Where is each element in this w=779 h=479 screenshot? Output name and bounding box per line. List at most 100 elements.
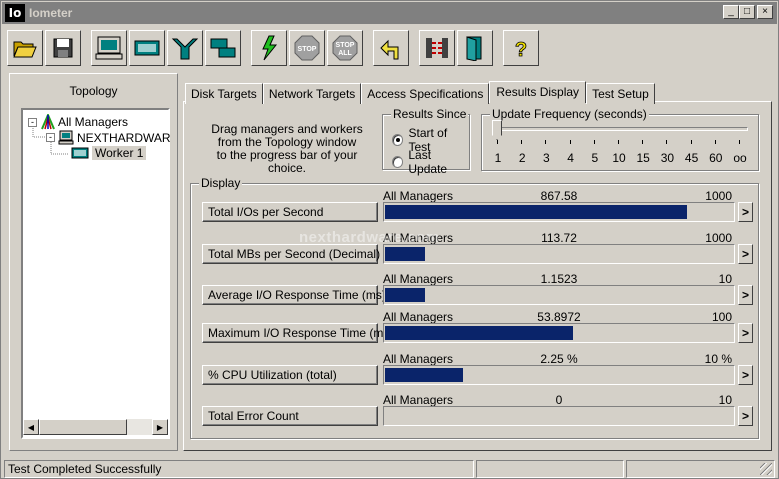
metric-max: 100 [711, 310, 732, 324]
disconnect-button[interactable] [419, 30, 455, 66]
metric-select-button[interactable]: % CPU Utilization (total) [202, 365, 378, 385]
radio-button[interactable] [392, 134, 404, 146]
duplicate-worker-button[interactable] [205, 30, 241, 66]
svg-text:STOP: STOP [298, 46, 317, 53]
tree-item-all-managers[interactable]: - All Managers [28, 114, 128, 130]
tab-results-display[interactable]: Results Display [489, 81, 587, 103]
results-since-group: Results Since Start of Test Last Update [382, 107, 470, 176]
reset-workers-icon [380, 39, 399, 60]
metric-more-button[interactable]: > [738, 202, 753, 222]
reset-workers-button[interactable] [373, 30, 409, 66]
metric-more-button[interactable]: > [738, 406, 753, 426]
tree-item-manager[interactable]: - NEXTHARDWAR [46, 130, 171, 145]
metric-progress-bar[interactable] [383, 406, 735, 426]
frequency-tick-label: 4 [567, 151, 574, 165]
svg-text:ALL: ALL [338, 50, 352, 57]
stop-all-icon: STOPALL [332, 35, 358, 61]
new-manager-button[interactable] [91, 30, 127, 66]
new-disk-worker-icon [134, 40, 160, 56]
close-button[interactable]: × [757, 5, 773, 19]
metric-progress-bar[interactable] [383, 365, 735, 385]
radio-button[interactable] [392, 156, 404, 168]
drag-instructions: Drag managers and workers from the Topol… [201, 123, 373, 175]
stop-all-button[interactable]: STOP ALL [327, 30, 363, 66]
metric-select-button[interactable]: Total Error Count [202, 406, 378, 426]
open-icon [13, 41, 37, 58]
new-disk-worker-button[interactable] [129, 30, 165, 66]
results-since-label: Results Since [391, 107, 469, 121]
minimize-button[interactable]: _ [723, 5, 739, 19]
status-bar: Test Completed Successfully [4, 460, 777, 478]
svg-text:?: ? [515, 39, 527, 61]
stop-button[interactable]: STOP [289, 30, 325, 66]
start-button[interactable] [251, 30, 287, 66]
metric-progress-bar[interactable] [383, 323, 735, 343]
collapse-toggle[interactable]: - [28, 117, 37, 127]
exit-button[interactable] [457, 30, 493, 66]
tab-network-targets[interactable]: Network Targets [262, 83, 362, 104]
toolbar: STOP STOP ALL ? [7, 28, 541, 68]
title-bar[interactable]: Io Iometer _ □ × [2, 2, 777, 24]
metric-progress-fill [385, 247, 425, 261]
frequency-tick-label: 3 [543, 151, 550, 165]
tab-disk-targets[interactable]: Disk Targets [185, 83, 263, 104]
new-manager-icon [95, 36, 123, 60]
tab-access-specifications[interactable]: Access Specifications [361, 83, 490, 104]
metric-value: 53.8972 [537, 310, 581, 324]
metric-max: 10 % [704, 352, 732, 366]
metric-value: 0 [555, 393, 563, 407]
frequency-tick [714, 140, 716, 144]
tree-item-label: Worker 1 [92, 146, 147, 160]
metric-select-button[interactable]: Total I/Os per Second [202, 202, 378, 222]
metric-select-button[interactable]: Maximum I/O Response Time (ms) [202, 323, 393, 343]
metric-more-button[interactable]: > [738, 285, 753, 305]
frequency-tick [739, 140, 740, 144]
metric-progress-bar[interactable] [383, 202, 735, 222]
topology-tree[interactable]: - All Managers - NEXTHARDWAR Worker 1 ◀ … [21, 108, 171, 439]
scroll-right-button[interactable]: ▶ [152, 419, 168, 435]
radio-last-update[interactable]: Last Update [392, 148, 469, 176]
exit-icon [466, 36, 482, 61]
metric-progress-bar[interactable] [383, 244, 735, 264]
all-managers-icon [41, 114, 55, 130]
status-text: Test Completed Successfully [4, 460, 474, 478]
frequency-tick [618, 140, 619, 144]
iometer-window: Io Iometer _ □ × STOP STOP ALL ? Topolog… [0, 0, 779, 479]
open-button[interactable] [7, 30, 43, 66]
metric-progress-bar[interactable] [383, 285, 735, 305]
metric-source-label: All Managers [383, 189, 454, 203]
topology-title: Topology [69, 84, 118, 98]
tree-horizontal-scrollbar[interactable]: ◀ ▶ [23, 419, 168, 435]
instruction-line: to the progress bar of your choice. [216, 148, 358, 175]
tree-item-worker[interactable]: Worker 1 [71, 146, 147, 160]
help-button[interactable]: ? [503, 30, 539, 66]
metric-more-button[interactable]: > [738, 323, 753, 343]
tab-test-setup[interactable]: Test Setup [586, 83, 655, 104]
manager-computer-icon [58, 130, 74, 145]
maximize-button[interactable]: □ [739, 5, 755, 19]
frequency-slider-track[interactable] [492, 127, 748, 131]
frequency-slider-thumb[interactable] [492, 120, 502, 140]
resize-grip[interactable] [760, 463, 772, 475]
new-network-worker-button[interactable] [167, 30, 203, 66]
metric-select-button[interactable]: Total MBs per Second (Decimal) [202, 244, 380, 264]
scroll-left-button[interactable]: ◀ [23, 419, 39, 435]
frequency-tick-label: 45 [684, 151, 699, 165]
frequency-tick-label: 15 [636, 151, 650, 165]
save-button[interactable] [45, 30, 81, 66]
frequency-tick-label: 2 [518, 151, 526, 165]
metric-more-button[interactable]: > [738, 244, 753, 264]
scroll-track[interactable] [127, 419, 152, 435]
collapse-toggle[interactable]: - [46, 133, 55, 142]
disconnect-icon [426, 38, 448, 58]
metric-select-button[interactable]: Average I/O Response Time (ms) [202, 285, 386, 305]
display-label: Display [199, 176, 243, 190]
metric-value: 867.58 [540, 189, 578, 203]
scroll-thumb[interactable] [39, 419, 127, 435]
metric-max: 10 [718, 272, 732, 286]
metric-max: 1000 [705, 189, 732, 203]
update-frequency-group: Update Frequency (seconds) 1 2 3 4 5 10 15 30 45… [481, 107, 759, 171]
iometer-app-icon[interactable]: Io [5, 4, 25, 22]
metric-more-button[interactable]: > [738, 365, 753, 385]
disk-worker-icon [71, 147, 89, 159]
